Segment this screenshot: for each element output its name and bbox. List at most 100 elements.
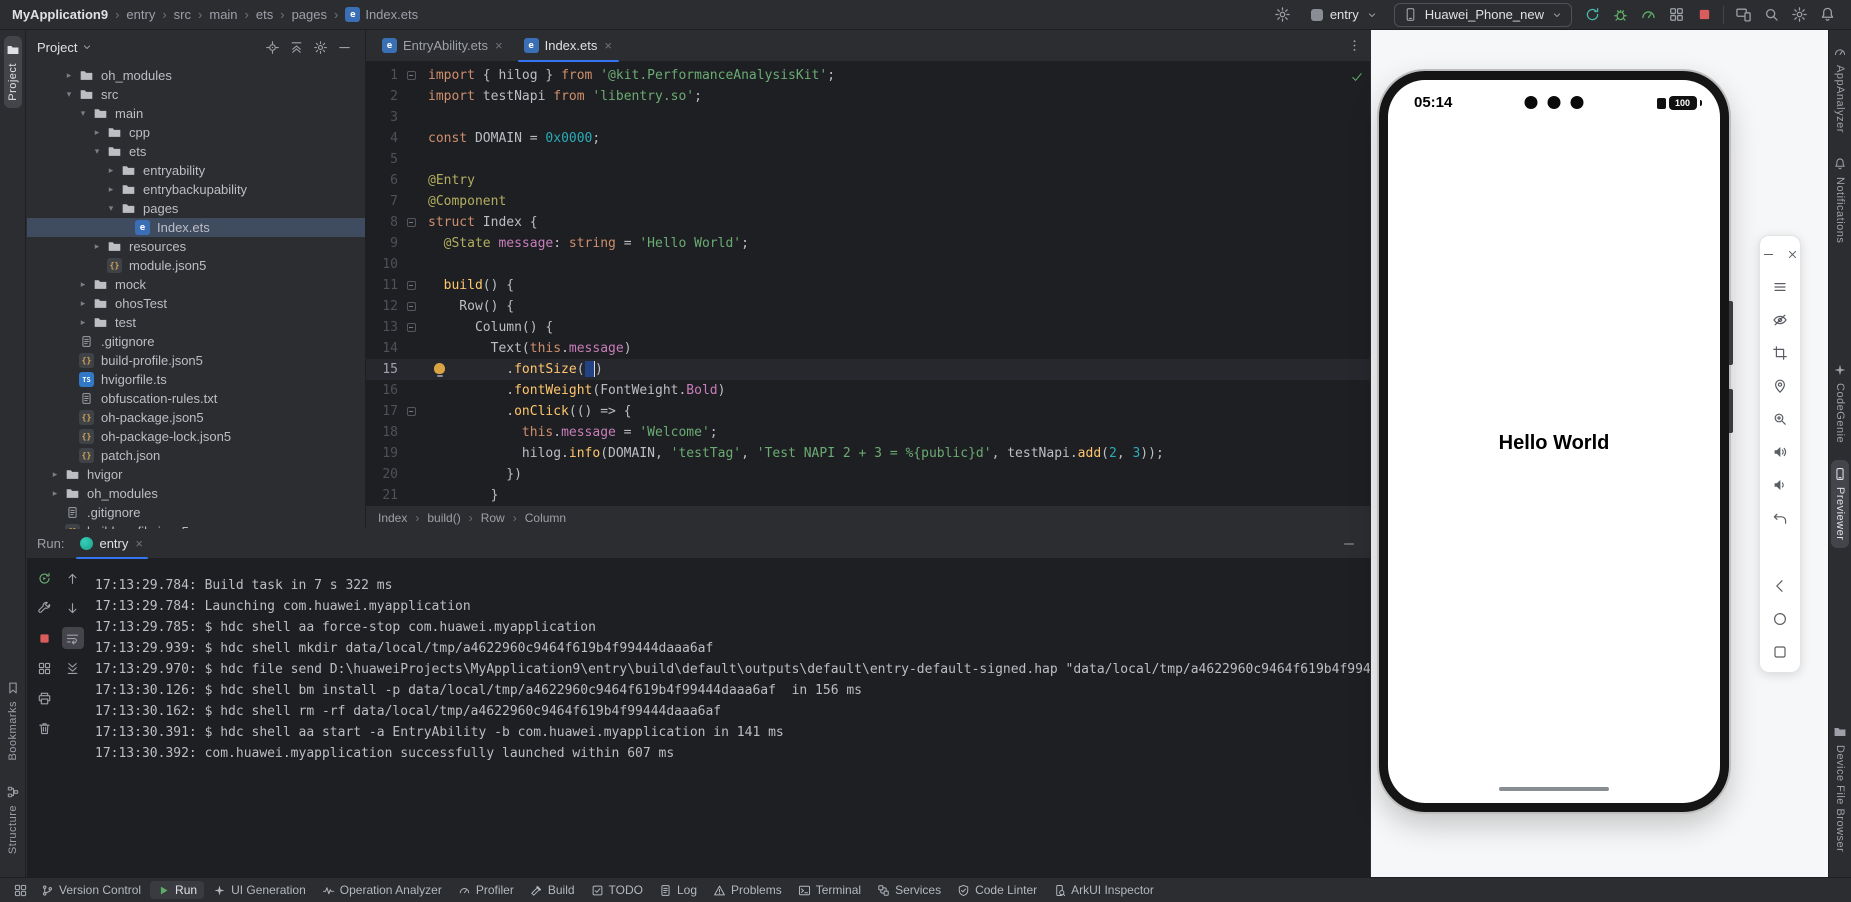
menu-icon[interactable] bbox=[1770, 277, 1790, 297]
tree-item-oh-modules[interactable]: ▸oh_modules bbox=[27, 484, 365, 503]
statusbar-item-operation-analyzer[interactable]: Operation Analyzer bbox=[315, 881, 449, 899]
rerun-button[interactable] bbox=[34, 567, 56, 589]
statusbar-item-code-linter[interactable]: Code Linter bbox=[950, 881, 1044, 899]
scroll-to-end-button[interactable] bbox=[62, 657, 84, 679]
tree-item-mock[interactable]: ▸mock bbox=[27, 275, 365, 294]
tool-stripe-item-bookmarks[interactable]: Bookmarks bbox=[4, 674, 22, 768]
close-icon[interactable] bbox=[1782, 244, 1802, 264]
tool-stripe-item-notifications[interactable]: Notifications bbox=[1831, 150, 1849, 250]
location-icon[interactable] bbox=[1770, 376, 1790, 396]
inspections-ok-icon[interactable] bbox=[1350, 70, 1364, 84]
print-button[interactable] bbox=[34, 687, 56, 709]
tree-item-obfuscation-rules-txt[interactable]: obfuscation-rules.txt bbox=[27, 389, 365, 408]
clear-console-button[interactable] bbox=[34, 717, 56, 739]
layout-button[interactable] bbox=[34, 657, 56, 679]
tree-chevron-icon[interactable]: ▸ bbox=[75, 279, 91, 290]
close-icon[interactable]: × bbox=[494, 38, 504, 53]
tree-item-oh-package-lock-json5[interactable]: {}oh-package-lock.json5 bbox=[27, 427, 365, 446]
code-line-14[interactable]: 14 Text(this.message) bbox=[366, 338, 1370, 359]
hide-panel-icon[interactable] bbox=[1338, 533, 1360, 555]
tree-item-test[interactable]: ▸test bbox=[27, 313, 365, 332]
tree-chevron-icon[interactable]: ▸ bbox=[47, 469, 63, 480]
tree-chevron-icon[interactable]: ▾ bbox=[61, 89, 77, 100]
code-line-17[interactable]: 17− .onClick(() => { bbox=[366, 401, 1370, 422]
settings-icon[interactable] bbox=[1787, 3, 1811, 27]
tree-item-pages[interactable]: ▾pages bbox=[27, 199, 365, 218]
tree-item-patch-json[interactable]: {}patch.json bbox=[27, 446, 365, 465]
code-line-13[interactable]: 13− Column() { bbox=[366, 317, 1370, 338]
code-line-5[interactable]: 5 bbox=[366, 149, 1370, 170]
code-line-4[interactable]: 4const DOMAIN = 0x0000; bbox=[366, 128, 1370, 149]
tree-chevron-icon[interactable]: ▾ bbox=[75, 108, 91, 119]
tool-stripe-item-codegenie[interactable]: CodeGenie bbox=[1831, 356, 1849, 450]
tab-index-ets[interactable]: eIndex.ets× bbox=[514, 30, 623, 62]
search-icon[interactable] bbox=[1759, 3, 1783, 27]
tree-item-build-profile-json5[interactable]: {}build-profile.json5 bbox=[27, 351, 365, 370]
module-selector[interactable]: entry bbox=[1303, 3, 1386, 27]
code-line-6[interactable]: 6@Entry bbox=[366, 170, 1370, 191]
statusbar-item-profiler[interactable]: Profiler bbox=[451, 881, 521, 899]
prev-occurrence-button[interactable] bbox=[62, 567, 84, 589]
code-line-20[interactable]: 20 }) bbox=[366, 464, 1370, 485]
tab-options-icon[interactable] bbox=[1347, 38, 1370, 53]
statusbar-item-log[interactable]: Log bbox=[652, 881, 704, 899]
code-line-12[interactable]: 12− Row() { bbox=[366, 296, 1370, 317]
tree-chevron-icon[interactable]: ▸ bbox=[103, 165, 119, 176]
code-line-1[interactable]: 1−import { hilog } from '@kit.Performanc… bbox=[366, 65, 1370, 86]
back-icon[interactable] bbox=[1770, 576, 1790, 596]
multirun-icon[interactable] bbox=[1664, 3, 1688, 27]
code-line-9[interactable]: 9 @State message: string = 'Hello World'… bbox=[366, 233, 1370, 254]
tree-item-oh-modules[interactable]: ▸oh_modules bbox=[27, 66, 365, 85]
tree-item-index-ets[interactable]: eIndex.ets bbox=[27, 218, 365, 237]
code-line-10[interactable]: 10 bbox=[366, 254, 1370, 275]
statusbar-item-todo[interactable]: TODO bbox=[584, 881, 650, 899]
tree-item-hvigorfile-ts[interactable]: TShvigorfile.ts bbox=[27, 370, 365, 389]
statusbar-item-version-control[interactable]: Version Control bbox=[34, 881, 148, 899]
stop-icon[interactable] bbox=[1692, 3, 1716, 27]
chevron-down-icon[interactable] bbox=[81, 41, 93, 53]
code-line-21[interactable]: 21 } bbox=[366, 485, 1370, 505]
run-console[interactable]: 17:13:29.784: Build task in 7 s 322 ms17… bbox=[85, 559, 1370, 877]
breadcrumb-item[interactable]: pages bbox=[292, 7, 327, 22]
recent-apps-icon[interactable] bbox=[1770, 642, 1790, 662]
tree-chevron-icon[interactable]: ▸ bbox=[89, 127, 105, 138]
code-line-8[interactable]: 8−struct Index { bbox=[366, 212, 1370, 233]
run-tab-entry[interactable]: entry × bbox=[74, 529, 150, 559]
fold-marker[interactable]: − bbox=[398, 317, 424, 338]
statusbar-item-problems[interactable]: Problems bbox=[706, 881, 789, 899]
tool-window-layout-icon[interactable] bbox=[8, 878, 32, 902]
statusbar-item-arkui-inspector[interactable]: ArkUI Inspector bbox=[1046, 881, 1161, 899]
tree-chevron-icon[interactable]: ▾ bbox=[89, 146, 105, 157]
close-icon[interactable]: × bbox=[134, 536, 144, 551]
tree-chevron-icon[interactable]: ▸ bbox=[103, 184, 119, 195]
tree-chevron-icon[interactable]: ▸ bbox=[75, 298, 91, 309]
tool-stripe-item-appanalyzer[interactable]: AppAnalyzer bbox=[1831, 38, 1849, 140]
statusbar-item-services[interactable]: Services bbox=[870, 881, 948, 899]
tree-item-ets[interactable]: ▾ets bbox=[27, 142, 365, 161]
build-settings-button[interactable] bbox=[34, 597, 56, 619]
sync-icon[interactable] bbox=[1580, 3, 1604, 27]
breadcrumb-item[interactable]: src bbox=[174, 7, 191, 22]
code-line-2[interactable]: 2import testNapi from 'libentry.so'; bbox=[366, 86, 1370, 107]
statusbar-item-run[interactable]: Run bbox=[150, 881, 204, 899]
device-selector[interactable]: Huawei_Phone_new bbox=[1394, 3, 1572, 27]
tree-item-module-json5[interactable]: {}module.json5 bbox=[27, 256, 365, 275]
editor-breadcrumb-item[interactable]: build() bbox=[427, 511, 460, 525]
tree-item-entryability[interactable]: ▸entryability bbox=[27, 161, 365, 180]
code-line-15[interactable]: 15 .fontSize() bbox=[366, 359, 1370, 380]
tree-item-hvigor[interactable]: ▸hvigor bbox=[27, 465, 365, 484]
breadcrumb-item[interactable]: ets bbox=[256, 7, 273, 22]
tree-item--gitignore[interactable]: .gitignore bbox=[27, 503, 365, 522]
tree-item-oh-package-json5[interactable]: {}oh-package.json5 bbox=[27, 408, 365, 427]
intention-bulb-icon[interactable] bbox=[434, 363, 445, 374]
zoom-icon[interactable] bbox=[1770, 409, 1790, 429]
next-occurrence-button[interactable] bbox=[62, 597, 84, 619]
code-line-19[interactable]: 19 hilog.info(DOMAIN, 'testTag', 'Test N… bbox=[366, 443, 1370, 464]
editor-breadcrumb-item[interactable]: Row bbox=[481, 511, 505, 525]
volume-button[interactable] bbox=[1729, 301, 1733, 365]
fold-marker[interactable]: − bbox=[398, 275, 424, 296]
breadcrumb-item[interactable]: main bbox=[209, 7, 237, 22]
code-line-18[interactable]: 18 this.message = 'Welcome'; bbox=[366, 422, 1370, 443]
soft-wrap-button[interactable] bbox=[62, 627, 84, 649]
hide-panel-icon[interactable] bbox=[333, 36, 355, 58]
